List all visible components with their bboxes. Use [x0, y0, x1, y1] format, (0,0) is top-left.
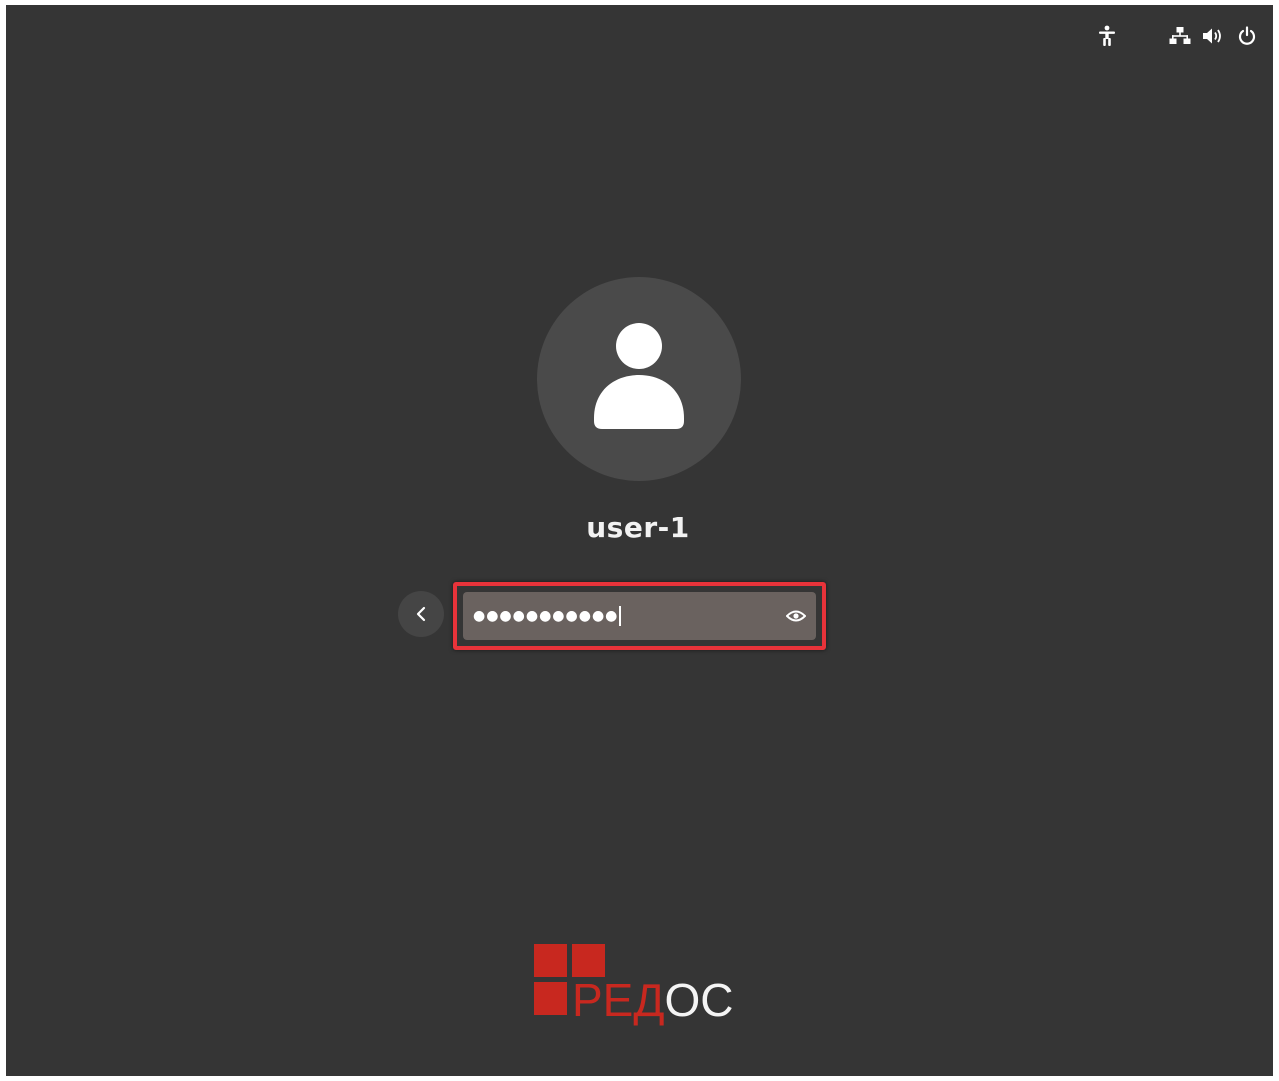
logo-square: [572, 944, 605, 977]
text-caret: [619, 606, 622, 626]
chevron-left-icon: [416, 606, 426, 622]
network-icon[interactable]: [1167, 23, 1193, 49]
logo-square: [534, 982, 567, 1015]
password-highlight: ●●●●●●●●●●●: [453, 582, 826, 650]
volume-icon[interactable]: [1200, 23, 1226, 49]
logo-text-red: РЕД: [572, 974, 665, 1026]
password-input[interactable]: ●●●●●●●●●●●: [463, 592, 816, 640]
password-mask: ●●●●●●●●●●●: [473, 608, 619, 624]
logo-text-white: ОС: [664, 974, 734, 1026]
back-button[interactable]: [398, 591, 444, 637]
reveal-password-button[interactable]: [784, 604, 808, 628]
user-avatar: [537, 277, 741, 481]
top-bar: [6, 23, 1273, 53]
logo-text: РЕДОС: [572, 977, 734, 1023]
eye-icon: [786, 610, 806, 622]
power-icon[interactable]: [1234, 23, 1260, 49]
login-screen: user-1 ●●●●●●●●●●● РЕДОС: [6, 5, 1273, 1076]
accessibility-icon[interactable]: [1094, 23, 1120, 49]
logo-square: [534, 944, 567, 977]
user-avatar-icon: [594, 323, 684, 429]
redos-logo: РЕДОС: [534, 944, 754, 1024]
username-label: user-1: [586, 511, 690, 544]
